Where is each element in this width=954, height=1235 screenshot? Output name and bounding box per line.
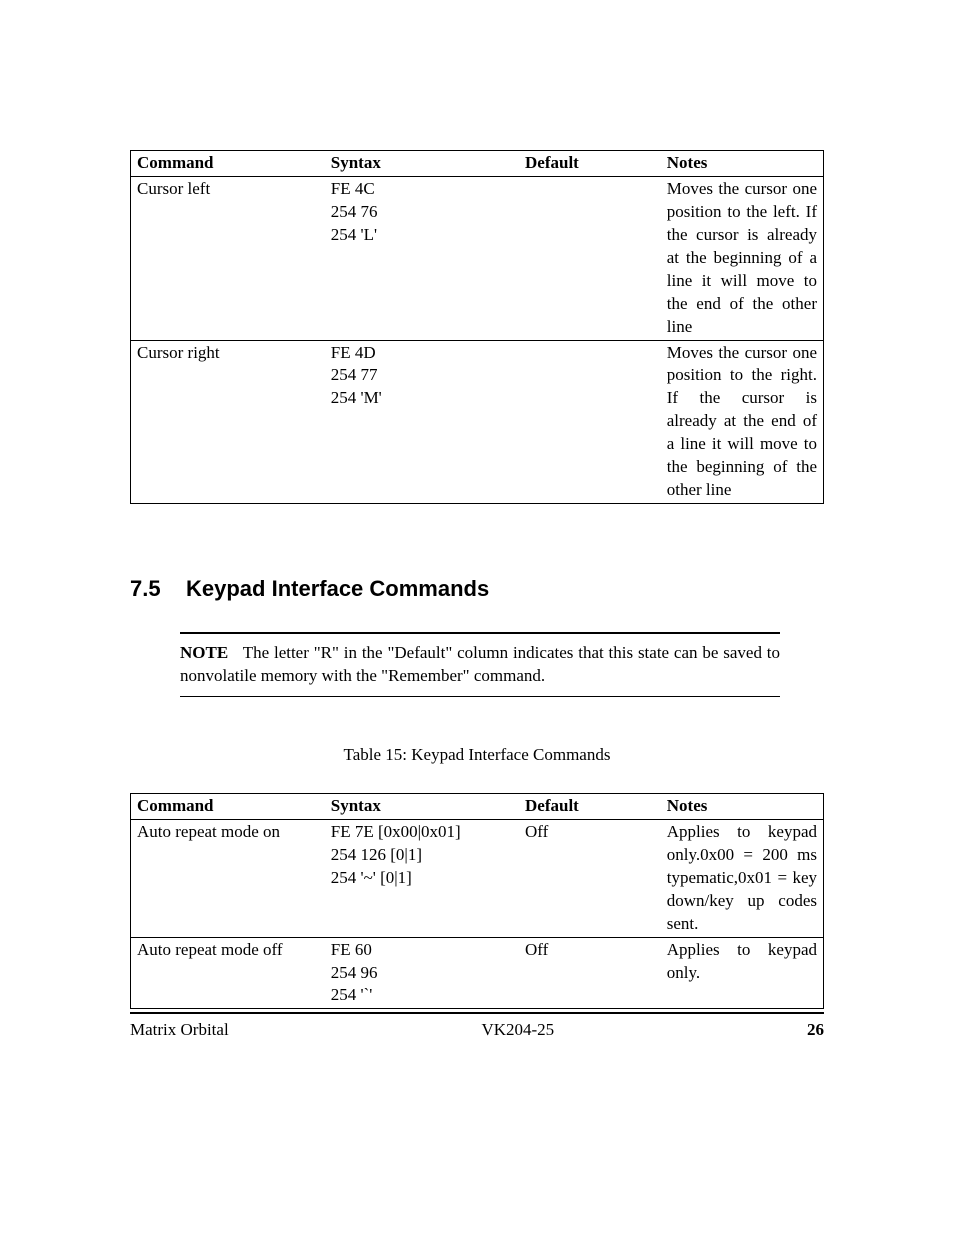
cell-syntax: FE 60 254 96 254 '`' [325, 937, 519, 1009]
col-header-default: Default [519, 151, 661, 177]
section-number: 7.5 [130, 576, 186, 602]
note-body: The letter "R" in the "Default" column i… [180, 643, 780, 685]
footer-rule [130, 1012, 824, 1014]
footer-center: VK204-25 [229, 1020, 807, 1040]
cursor-commands-table: Command Syntax Default Notes Cursor left… [130, 150, 824, 504]
cell-notes: Moves the cursor one position to the lef… [661, 176, 824, 340]
cell-command: Auto repeat mode off [131, 937, 325, 1009]
table-header-row: Command Syntax Default Notes [131, 151, 824, 177]
table-caption: Table 15: Keypad Interface Commands [130, 745, 824, 765]
cell-command: Cursor left [131, 176, 325, 340]
section-heading: 7.5Keypad Interface Commands [130, 576, 824, 602]
cell-syntax: FE 4C 254 76 254 'L' [325, 176, 519, 340]
table-row: Auto repeat mode off FE 60 254 96 254 '`… [131, 937, 824, 1009]
keypad-commands-table: Command Syntax Default Notes Auto repeat… [130, 793, 824, 1009]
cell-command: Auto repeat mode on [131, 819, 325, 937]
col-header-notes: Notes [661, 151, 824, 177]
col-header-notes: Notes [661, 793, 824, 819]
cell-default: Off [519, 937, 661, 1009]
cell-default: Off [519, 819, 661, 937]
col-header-command: Command [131, 151, 325, 177]
col-header-command: Command [131, 793, 325, 819]
note-text: NOTE The letter "R" in the "Default" col… [180, 642, 780, 688]
note-bottom-rule [180, 696, 780, 697]
table-header-row: Command Syntax Default Notes [131, 793, 824, 819]
cell-notes: Applies to keypad only. [661, 937, 824, 1009]
col-header-syntax: Syntax [325, 151, 519, 177]
footer-left: Matrix Orbital [130, 1020, 229, 1040]
table-row: Cursor right FE 4D 254 77 254 'M' Moves … [131, 340, 824, 504]
cell-command: Cursor right [131, 340, 325, 504]
cell-default [519, 340, 661, 504]
footer-page-number: 26 [807, 1020, 824, 1040]
note-top-rule [180, 632, 780, 634]
page-footer: Matrix Orbital VK204-25 26 [130, 1012, 824, 1040]
note-block: NOTE The letter "R" in the "Default" col… [180, 632, 780, 697]
table-row: Cursor left FE 4C 254 76 254 'L' Moves t… [131, 176, 824, 340]
cell-notes: Applies to keypad only.0x00 = 200 ms typ… [661, 819, 824, 937]
cell-syntax: FE 7E [0x00|0x01] 254 126 [0|1] 254 '~' … [325, 819, 519, 937]
cell-syntax: FE 4D 254 77 254 'M' [325, 340, 519, 504]
col-header-default: Default [519, 793, 661, 819]
table-row: Auto repeat mode on FE 7E [0x00|0x01] 25… [131, 819, 824, 937]
note-label: NOTE [180, 643, 228, 662]
section-title: Keypad Interface Commands [186, 576, 489, 601]
cell-notes: Moves the cursor one position to the rig… [661, 340, 824, 504]
cell-default [519, 176, 661, 340]
col-header-syntax: Syntax [325, 793, 519, 819]
